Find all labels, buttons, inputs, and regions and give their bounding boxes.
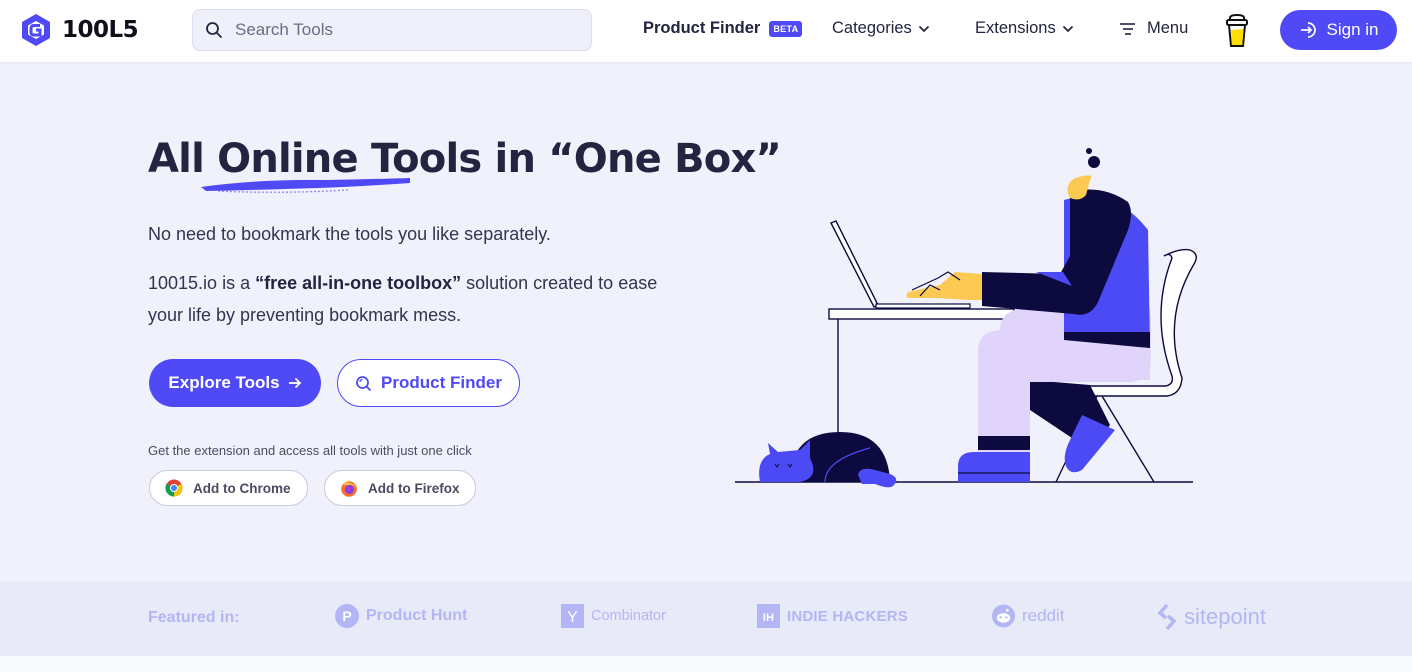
sign-in-label: Sign in: [1326, 20, 1379, 39]
firefox-icon: [341, 480, 357, 497]
product-finder-label: Product Finder: [381, 373, 502, 392]
cat-head: [759, 440, 814, 482]
person-sock: [978, 436, 1030, 450]
sign-in-button[interactable]: Sign in: [1280, 10, 1397, 50]
nav-product-finder-label: Product Finder: [643, 19, 761, 37]
person-hair-top: [1086, 148, 1092, 154]
y-combinator-label: Combinator: [591, 608, 666, 624]
nav-product-finder[interactable]: Product Finder BETA: [643, 19, 803, 38]
nav-categories-dropdown[interactable]: Categories: [832, 19, 930, 38]
menu-lines-icon: [1120, 22, 1135, 35]
nav-menu-button[interactable]: Menu: [1119, 19, 1188, 38]
featured-in-bar: Featured in: P Product Hunt Y Combinator…: [0, 582, 1412, 656]
featured-logo-sitepoint[interactable]: sitepoint: [1157, 604, 1266, 630]
featured-logo-reddit[interactable]: reddit: [992, 604, 1065, 628]
top-nav-bar: 100L5 Product Finder BETA Categories Ext…: [0, 0, 1412, 62]
featured-logo-product-hunt[interactable]: P Product Hunt: [335, 604, 467, 628]
add-to-firefox-button[interactable]: Add to Firefox: [324, 470, 476, 506]
svg-text:P: P: [342, 608, 351, 624]
svg-text:IH: IH: [763, 612, 774, 624]
nav-categories-label: Categories: [832, 19, 912, 37]
description-prefix: 10015.io is a: [148, 273, 256, 293]
person-hair-bun: [1088, 156, 1100, 168]
indie-hackers-label: INDIE HACKERS: [787, 607, 908, 625]
nav-extensions-dropdown[interactable]: Extensions: [975, 19, 1074, 38]
logo-hexagon-icon: [22, 14, 50, 46]
product-hunt-icon: P: [335, 604, 359, 628]
explore-tools-label: Explore Tools: [168, 373, 280, 392]
search-icon: [356, 375, 371, 391]
indie-hackers-icon: IH: [757, 604, 780, 628]
cat-tail: [858, 468, 897, 488]
sign-in-icon: [1300, 22, 1316, 38]
search-box[interactable]: [192, 9, 592, 51]
chevron-down-icon: [918, 25, 929, 32]
laptop-screen: [830, 220, 879, 308]
extension-note: Get the extension and access all tools w…: [148, 443, 472, 458]
laptop-base: [875, 303, 971, 309]
description-bold: “free all-in-one toolbox”: [255, 273, 462, 293]
page-bottom-edge: [0, 656, 1412, 672]
svg-text:Y: Y: [567, 609, 578, 626]
arrow-right-icon: [288, 377, 301, 389]
featured-logo-indie-hackers[interactable]: IH INDIE HACKERS: [757, 604, 908, 628]
nav-extensions-label: Extensions: [975, 19, 1056, 37]
nav-menu-label: Menu: [1147, 19, 1189, 37]
chair-leg: [1101, 395, 1155, 483]
buy-me-a-coffee-icon[interactable]: [1224, 14, 1250, 48]
sitepoint-icon: [1157, 604, 1177, 630]
sitepoint-label: sitepoint: [1184, 604, 1266, 629]
hero-description: 10015.io is a “free all-in-one toolbox” …: [148, 267, 688, 331]
chrome-icon: [165, 479, 183, 497]
hero-subtitle: No need to bookmark the tools you like s…: [148, 224, 551, 244]
desk-top: [828, 308, 1015, 320]
reddit-icon: [992, 604, 1015, 628]
product-hunt-label: Product Hunt: [366, 607, 468, 624]
search-input[interactable]: [235, 20, 565, 40]
person-shoe-front: [958, 452, 1030, 482]
hero-illustration-person-at-desk: [735, 148, 1197, 488]
reddit-label: reddit: [1022, 606, 1065, 625]
add-to-chrome-button[interactable]: Add to Chrome: [149, 470, 308, 506]
featured-logo-y-combinator[interactable]: Y Combinator: [561, 604, 666, 628]
add-to-firefox-label: Add to Firefox: [368, 480, 460, 496]
add-to-chrome-label: Add to Chrome: [193, 480, 291, 496]
search-icon: [206, 22, 222, 38]
product-finder-button[interactable]: Product Finder: [337, 359, 520, 407]
logo[interactable]: 100L5: [20, 13, 139, 47]
brush-underline: [201, 178, 410, 193]
logo-text: 100L5: [62, 17, 139, 43]
y-combinator-icon: Y: [561, 604, 584, 628]
explore-tools-button[interactable]: Explore Tools: [149, 359, 321, 407]
chevron-down-icon: [1062, 25, 1073, 32]
person-hand: [906, 272, 982, 300]
beta-badge: BETA: [769, 20, 803, 37]
featured-label: Featured in:: [148, 609, 240, 626]
